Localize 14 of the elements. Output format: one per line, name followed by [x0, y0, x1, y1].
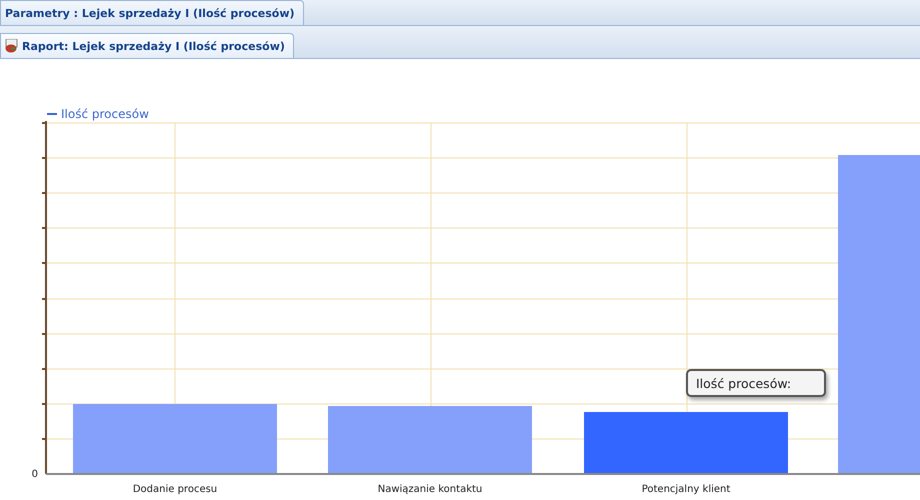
bar[interactable] [838, 155, 920, 473]
bar[interactable] [584, 412, 788, 473]
tooltip-text: Ilość procesów: [696, 376, 792, 390]
legend-label: Ilość procesów [61, 107, 149, 121]
bar[interactable] [328, 406, 532, 473]
tab[interactable]: Parametry : Lejek sprzedaży I (Ilość procesów) [0, 0, 304, 25]
axis-tick-label: 0 [32, 469, 38, 480]
category-label: Nawiązanie kontaktu [378, 484, 482, 495]
bar[interactable] [73, 404, 277, 473]
report-icon [5, 39, 19, 53]
tab[interactable]: Raport: Lejek sprzedaży I (Ilość procesów) [0, 33, 294, 58]
legend-line-icon [47, 113, 57, 115]
category-label: Potencjalny klient [642, 484, 730, 495]
category-label: Dodanie procesu [132, 484, 218, 495]
